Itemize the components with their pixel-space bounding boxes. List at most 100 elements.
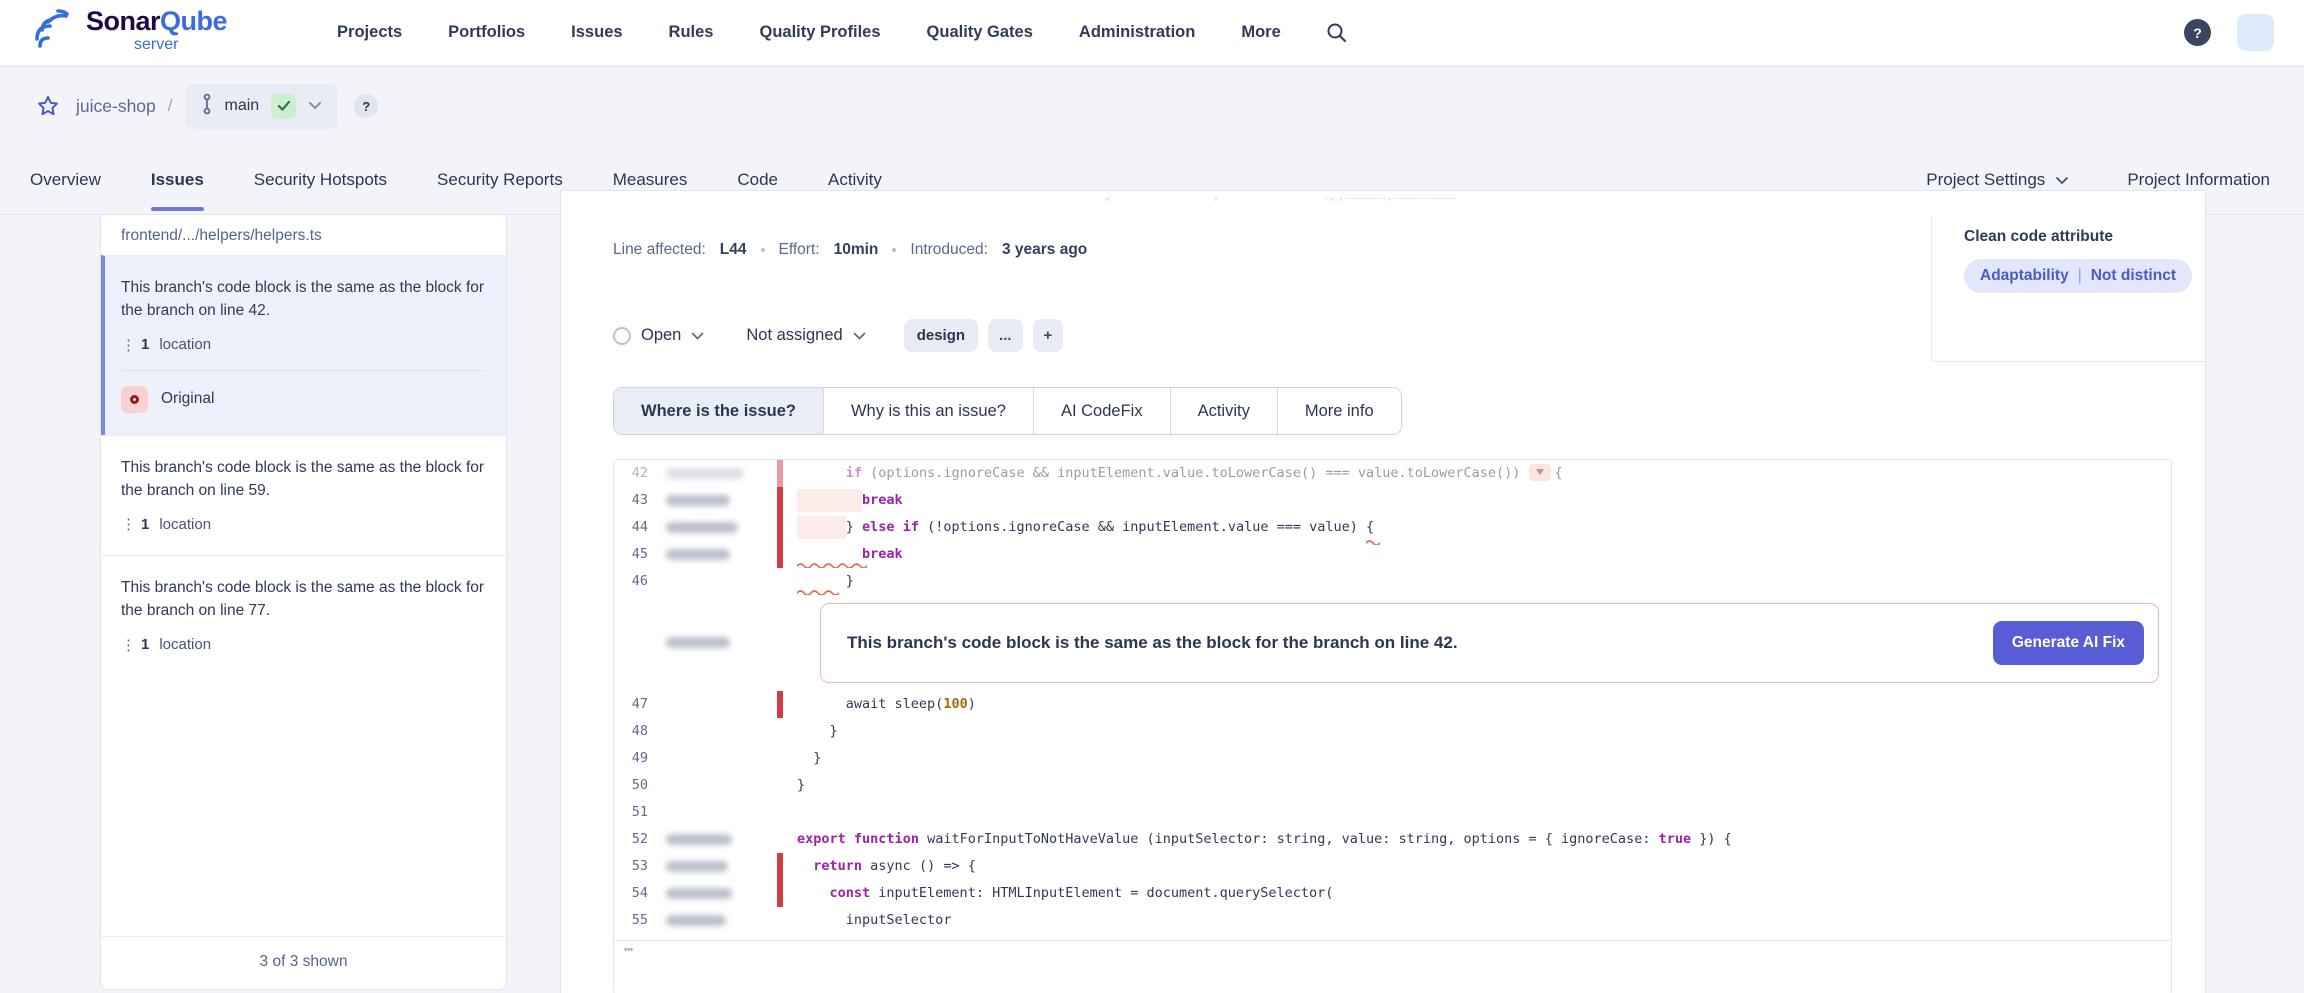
issue-location-flag-icon[interactable] xyxy=(1529,464,1551,481)
line-number[interactable]: 54 xyxy=(614,880,654,907)
nav-item-projects[interactable]: Projects xyxy=(337,23,402,42)
line-number[interactable]: 43 xyxy=(614,487,654,514)
divider xyxy=(121,370,486,371)
line-affected-value[interactable]: L44 xyxy=(720,241,747,259)
locations-icon: ⋮ xyxy=(121,336,131,354)
sonarqube-logo[interactable]: SonarQube server xyxy=(34,8,227,57)
code-cell: } xyxy=(783,718,2171,745)
triangle-icon xyxy=(1536,469,1544,475)
line-number[interactable]: 42 xyxy=(614,460,654,487)
tab-project-settings[interactable]: Project Settings xyxy=(1926,170,2069,190)
tag-design[interactable]: design xyxy=(904,319,978,352)
code-text: } xyxy=(797,718,838,745)
indent xyxy=(797,912,846,928)
locations-count: 1 xyxy=(141,516,149,533)
wavy-underline xyxy=(1366,539,1380,545)
nav-item-quality-profiles[interactable]: Quality Profiles xyxy=(759,23,880,42)
tag-list: design... + xyxy=(904,319,1064,352)
code-cell: break xyxy=(783,541,2171,568)
scm-author-column xyxy=(654,745,777,772)
nav-item-portfolios[interactable]: Portfolios xyxy=(448,23,525,42)
branch-help-icon[interactable]: ? xyxy=(354,94,378,118)
clean-code-attribute-pill[interactable]: Adaptability | Not distinct xyxy=(1964,259,2192,293)
nav-item-administration[interactable]: Administration xyxy=(1079,23,1195,42)
line-number[interactable]: 45 xyxy=(614,541,654,568)
brand-server: server xyxy=(86,37,227,53)
token-kw: break xyxy=(862,492,903,508)
indent xyxy=(797,492,862,508)
token-pl: { xyxy=(1555,465,1563,481)
generate-ai-fix-button[interactable]: Generate AI Fix xyxy=(1993,621,2144,665)
code-cell: inputSelector xyxy=(783,907,2171,934)
nav-item-quality-gates[interactable]: Quality Gates xyxy=(927,23,1033,42)
issue-tab-more-info[interactable]: More info xyxy=(1277,388,1401,434)
breadcrumb-separator: / xyxy=(168,96,173,116)
line-number[interactable]: 49 xyxy=(614,745,654,772)
issue-card[interactable]: This branch's code block is the same as … xyxy=(101,435,506,556)
nav-item-more[interactable]: More xyxy=(1241,23,1280,42)
issue-meta-row: Line affected: L44 Effort: 10min Introdu… xyxy=(613,241,1087,259)
status-dropdown[interactable]: Open xyxy=(613,326,704,345)
effort-value: 10min xyxy=(834,241,879,259)
scm-author-blurred xyxy=(666,888,732,899)
user-avatar[interactable] xyxy=(2237,14,2274,51)
indent xyxy=(797,696,846,712)
branch-selector[interactable]: main xyxy=(185,84,339,129)
chevron-down-icon xyxy=(2055,176,2069,185)
inline-issue-row: This branch's code block is the same as … xyxy=(614,595,2171,691)
nav-item-issues[interactable]: Issues xyxy=(571,23,622,42)
tab-issues[interactable]: Issues xyxy=(151,146,204,215)
assignee-dropdown[interactable]: Not assigned xyxy=(746,326,865,345)
issue-tab-ai-codefix[interactable]: AI CodeFix xyxy=(1033,388,1170,434)
line-number[interactable]: 50 xyxy=(614,772,654,799)
indent xyxy=(797,750,813,766)
breadcrumb-project-link[interactable]: juice-shop xyxy=(76,96,156,117)
issue-message: This branch's code block is the same as … xyxy=(121,456,486,503)
project-settings-label: Project Settings xyxy=(1926,170,2045,190)
line-number[interactable]: 51 xyxy=(614,799,654,826)
nav-item-rules[interactable]: Rules xyxy=(669,23,714,42)
top-navbar: SonarQube server Projects Portfolios Issue… xyxy=(0,0,2304,66)
issue-tab-activity[interactable]: Activity xyxy=(1170,388,1277,434)
tab-overview[interactable]: Overview xyxy=(30,146,101,215)
line-number[interactable]: 52 xyxy=(614,826,654,853)
line-number[interactable]: 46 xyxy=(614,568,654,595)
chevron-down-icon xyxy=(691,332,704,340)
original-location-icon xyxy=(121,386,148,413)
external-link-icon[interactable] xyxy=(1464,191,1479,202)
line-number[interactable]: 53 xyxy=(614,853,654,880)
token-kw: const xyxy=(830,885,871,901)
line-number[interactable]: 47 xyxy=(614,691,654,718)
token-pl: ) xyxy=(968,696,976,712)
help-icon[interactable]: ? xyxy=(2184,19,2211,46)
token-pl: } xyxy=(813,750,821,766)
tab-security-hotspots[interactable]: Security Hotspots xyxy=(254,146,387,215)
scm-author-blurred xyxy=(666,495,730,506)
original-location-row[interactable]: Original xyxy=(121,386,486,413)
line-number[interactable]: 55 xyxy=(614,907,654,934)
issue-locations[interactable]: ⋮1location xyxy=(121,515,486,533)
expand-lines-button[interactable]: ⋯ xyxy=(624,942,2171,956)
token-kw: return xyxy=(813,858,862,874)
favorite-star-icon[interactable] xyxy=(36,94,60,118)
tab-project-information[interactable]: Project Information xyxy=(2127,170,2270,190)
issue-locations[interactable]: ⋮1location xyxy=(121,336,486,354)
issue-card[interactable]: This branch's code block is the same as … xyxy=(101,555,506,676)
issue-tab-why-is-this-an-issue[interactable]: Why is this an issue? xyxy=(823,388,1033,434)
tag-more-button[interactable]: ... xyxy=(988,319,1023,352)
tag-add-button[interactable]: + xyxy=(1033,319,1064,352)
line-number[interactable]: 48 xyxy=(614,718,654,745)
issue-card[interactable]: This branch's code block is the same as … xyxy=(101,255,506,435)
search-icon[interactable] xyxy=(1325,21,1349,45)
issue-locations[interactable]: ⋮1location xyxy=(121,636,486,654)
issue-tab-where-is-the-issue[interactable]: Where is the issue? xyxy=(614,388,823,434)
indent xyxy=(797,573,846,589)
tab-security-reports[interactable]: Security Reports xyxy=(437,146,563,215)
code-text: } xyxy=(797,772,805,799)
sidebar-spacer xyxy=(101,676,506,937)
line-number[interactable]: 44 xyxy=(614,514,654,541)
scm-author-column xyxy=(654,568,777,595)
token-pl xyxy=(846,831,854,847)
indent xyxy=(797,858,813,874)
rule-key-link[interactable]: typescript:S3923 xyxy=(1324,191,1456,202)
